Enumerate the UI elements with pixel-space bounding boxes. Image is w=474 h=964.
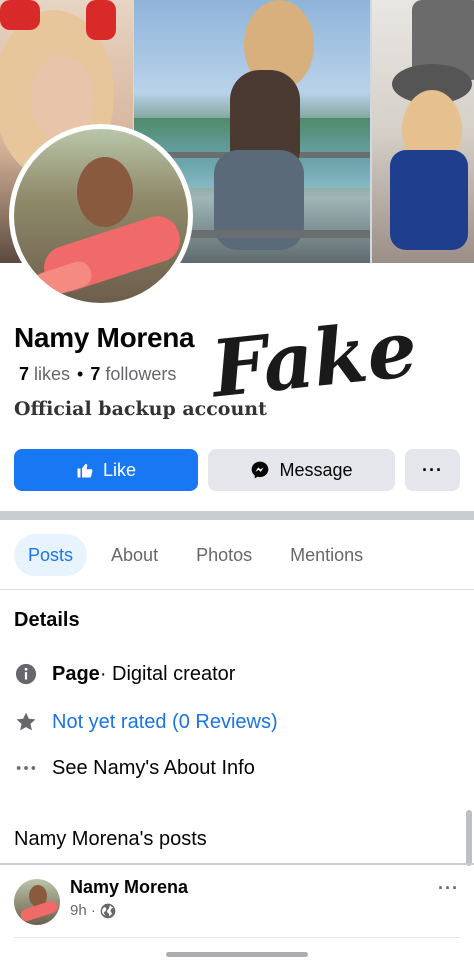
followers-count: 7 [90, 364, 101, 384]
globe-icon [100, 903, 116, 918]
likes-count: 7 [19, 364, 30, 384]
page-label: Page [52, 662, 100, 685]
post-more-options-button[interactable]: ··· [438, 878, 459, 899]
stats-separator: • [77, 364, 84, 384]
post-author-avatar[interactable] [14, 879, 60, 925]
profile-stats: 7 likes • 7 followers [19, 364, 176, 385]
post-divider [14, 937, 460, 938]
tab-posts[interactable]: Posts [14, 534, 88, 576]
tab-photos[interactable]: Photos [182, 534, 266, 576]
post-time[interactable]: 9h · [70, 902, 96, 919]
tabs-divider [0, 589, 474, 590]
tab-about[interactable]: About [97, 534, 172, 576]
profile-name: Namy Morena [14, 322, 195, 353]
cover-photo-panel-3 [372, 0, 474, 263]
ellipsis-icon [14, 756, 38, 780]
info-icon [14, 662, 38, 686]
followers-label: followers [105, 364, 177, 384]
fake-stamp-overlay: Fake [205, 303, 421, 408]
scrollbar[interactable] [466, 810, 472, 866]
messenger-icon [252, 461, 269, 479]
see-about-info-link[interactable]: See Namy's About Info [52, 757, 255, 780]
details-row-rating[interactable]: Not yet rated (0 Reviews) [14, 710, 278, 734]
details-heading: Details [14, 609, 80, 631]
like-button-label: Like [102, 459, 137, 480]
fake-stamp-text: Fake [205, 303, 421, 408]
like-button[interactable]: Like [14, 449, 198, 491]
ellipsis-icon: ··· [422, 459, 443, 480]
details-row-page: Page · Digital creator [14, 662, 235, 686]
posts-divider [0, 863, 474, 865]
rating-link[interactable]: Not yet rated (0 Reviews) [52, 711, 278, 734]
post-author-name[interactable]: Namy Morena [70, 877, 188, 898]
thumbs-up-icon [77, 463, 93, 478]
message-button-label: Message [279, 459, 353, 480]
page-category: · Digital creator [99, 662, 236, 685]
message-button[interactable]: Message [208, 449, 395, 491]
profile-picture[interactable] [14, 129, 188, 303]
more-options-button[interactable]: ··· [405, 449, 460, 491]
tab-mentions[interactable]: Mentions [276, 534, 377, 576]
likes-label: likes [34, 364, 71, 384]
profile-bio: Official backup account [14, 398, 267, 420]
home-indicator [166, 952, 308, 957]
profile-tabs: Posts About Photos Mentions [14, 534, 387, 576]
star-icon [14, 710, 38, 734]
details-row-about[interactable]: See Namy's About Info [14, 756, 255, 780]
post-meta: 9h · [70, 902, 116, 919]
section-divider [0, 511, 474, 520]
posts-heading: Namy Morena's posts [14, 828, 207, 850]
